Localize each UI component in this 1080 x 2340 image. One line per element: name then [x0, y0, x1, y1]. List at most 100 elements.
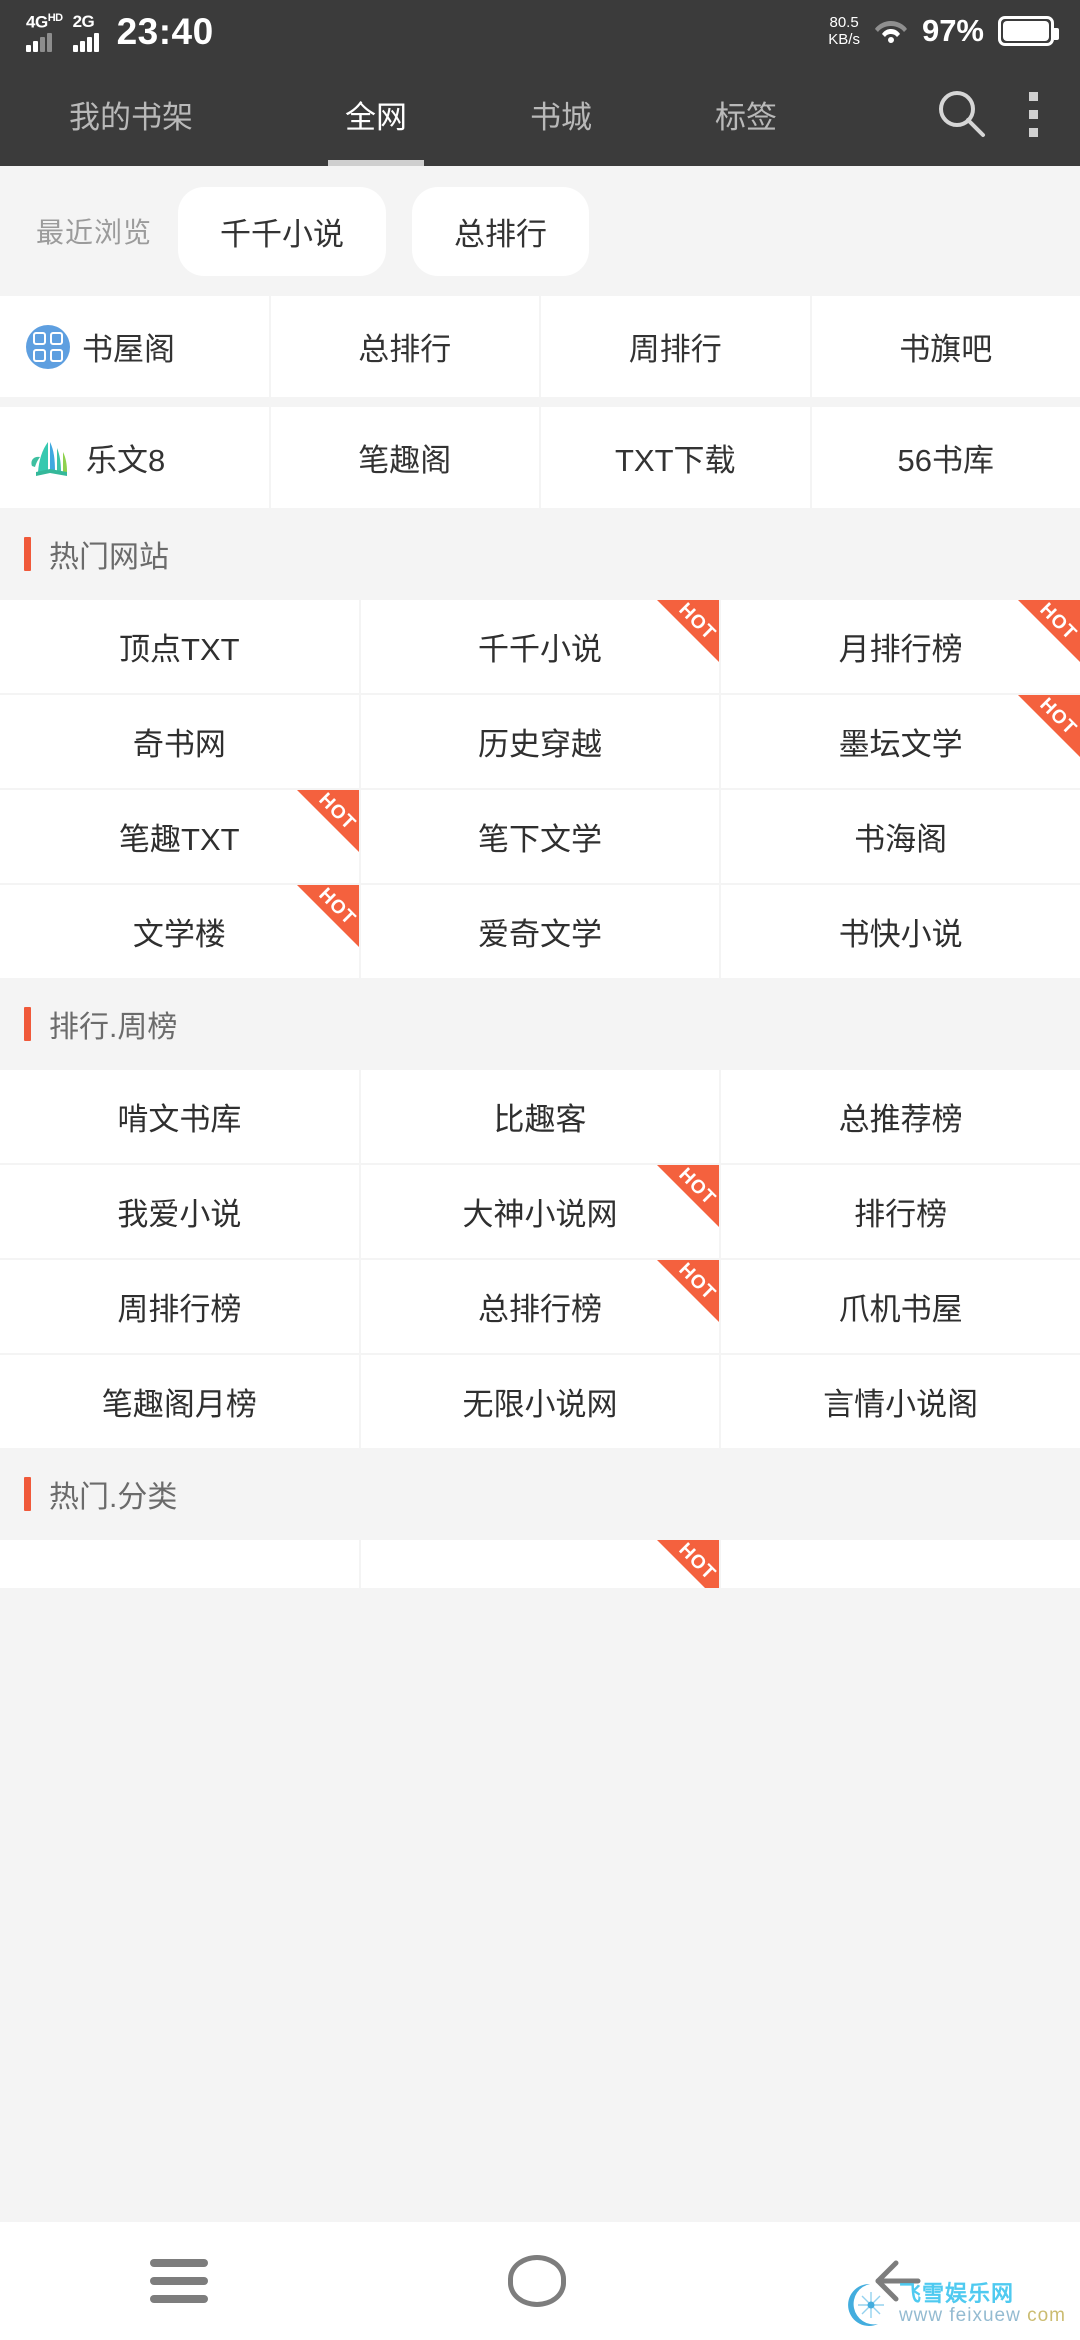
snowflake-moon-icon — [848, 2283, 884, 2326]
quick-item-label: 乐文8 — [86, 443, 166, 478]
site-tile[interactable]: 墨坛文学 HOT — [721, 695, 1080, 788]
hot-ribbon-icon — [657, 600, 720, 662]
site-tile-label: 排行榜 — [854, 1197, 948, 1232]
quick-access-grid-row-2: 乐文8 笔趣阁 TXT下载 56书库 — [0, 407, 1080, 508]
site-tile-label: 啃文书库 — [117, 1102, 242, 1137]
section-accent-bar — [24, 1477, 31, 1511]
site-tile[interactable]: 周排行榜 — [0, 1260, 359, 1353]
site-tile[interactable]: 书快小说 — [721, 885, 1080, 978]
watermark-url-prefix: www feixuew — [898, 2305, 1021, 2326]
battery-percent-label: 97% — [921, 13, 984, 48]
site-tile[interactable]: 文学楼 HOT — [0, 885, 359, 978]
recent-browsing-label: 最近浏览 — [36, 217, 153, 248]
site-tile[interactable]: 历史穿越 — [360, 695, 720, 788]
quick-item-lewen8[interactable]: 乐文8 — [0, 407, 269, 508]
signal-primary-hd-sup: HD — [47, 11, 63, 24]
menu-recents-icon[interactable] — [150, 2259, 208, 2303]
hot-ribbon-icon — [296, 790, 359, 852]
site-grid-hot-sites: 顶点TXT 千千小说 HOT 月排行榜 HOT 奇书网 历史穿越 墨坛文学 HOT 笔… — [0, 600, 1080, 978]
quick-item-shuwuge[interactable]: 书屋阁 — [0, 296, 269, 397]
site-tile-label: 总推荐榜 — [838, 1102, 963, 1137]
status-bar-right: 80.5 KB/s 97% — [828, 13, 1059, 49]
site-tile[interactable]: 月排行榜 HOT — [721, 600, 1080, 693]
site-tile-label: 文学楼 — [132, 917, 226, 952]
site-tile[interactable]: 言情小说阁 — [721, 1355, 1080, 1448]
tab-bookstore[interactable]: 书城 — [491, 62, 631, 166]
watermark-url: www feixuew com — [899, 2305, 1066, 2327]
site-tile-label: 奇书网 — [132, 727, 226, 762]
hot-ribbon-icon — [657, 1540, 720, 1588]
site-tile-label: 我爱小说 — [117, 1197, 242, 1232]
hot-ribbon-icon — [657, 1165, 720, 1227]
site-tile[interactable] — [0, 1540, 359, 1588]
site-tile[interactable]: 我爱小说 — [0, 1165, 359, 1258]
quick-item-total-rank[interactable]: 总排行 — [270, 296, 539, 397]
section-title: 排行.周榜 — [49, 1011, 178, 1044]
search-icon[interactable] — [935, 87, 989, 141]
site-tile-label: 顶点TXT — [119, 632, 240, 667]
quick-item-biquge[interactable]: 笔趣阁 — [270, 407, 539, 508]
site-tile[interactable]: 奇书网 — [0, 695, 359, 788]
site-tile[interactable]: 比趣客 — [360, 1070, 720, 1163]
site-tile[interactable]: 顶点TXT — [0, 600, 359, 693]
site-tile-label: 历史穿越 — [477, 727, 602, 762]
watermark-text: 飞雪娱乐网 www feixuew com — [899, 2283, 1066, 2327]
status-bar: 4GHD 2G 23:40 80.5 KB/s 97% — [0, 0, 1080, 62]
site-tile[interactable]: HOT — [360, 1540, 720, 1588]
tab-bar: 我的书架 全网 书城 标签 — [6, 62, 935, 166]
more-vertical-icon[interactable] — [1017, 86, 1050, 143]
site-tile[interactable]: 爱奇文学 — [360, 885, 720, 978]
site-tile[interactable]: 啃文书库 — [0, 1070, 359, 1163]
recent-item-total-rank[interactable]: 总排行 — [412, 186, 590, 276]
site-tile-label: 周排行榜 — [117, 1292, 242, 1327]
section-title: 热门.分类 — [49, 1481, 178, 1514]
site-tile-label: 比趣客 — [493, 1102, 587, 1137]
site-tile-label: 无限小说网 — [462, 1387, 618, 1422]
battery-icon — [998, 16, 1059, 46]
hot-ribbon-icon — [1017, 695, 1080, 757]
grid-app-icon — [26, 324, 70, 369]
tab-tags[interactable]: 标签 — [676, 62, 816, 166]
site-tile[interactable]: 爪机书屋 — [721, 1260, 1080, 1353]
tab-all-web[interactable]: 全网 — [306, 62, 446, 166]
site-tile[interactable]: 总推荐榜 — [721, 1070, 1080, 1163]
section-header-weekly-rank: 排行.周榜 — [0, 978, 1080, 1070]
site-tile[interactable]: 笔趣TXT HOT — [0, 790, 359, 883]
site-tile-label: 笔趣TXT — [119, 822, 240, 857]
quick-item-weekly-rank[interactable]: 周排行 — [541, 296, 810, 397]
site-tile[interactable]: 笔下文学 — [360, 790, 720, 883]
site-tile[interactable]: 排行榜 — [721, 1165, 1080, 1258]
recent-item-qianqian[interactable]: 千千小说 — [178, 186, 387, 276]
wifi-icon — [874, 18, 908, 44]
quick-item-56shuku[interactable]: 56书库 — [811, 407, 1080, 508]
status-bar-clock: 23:40 — [116, 11, 214, 53]
site-tile[interactable]: 总排行榜 HOT — [360, 1260, 720, 1353]
grid-divider — [0, 397, 1080, 407]
tab-my-bookshelf[interactable]: 我的书架 — [6, 62, 256, 166]
site-tile-label: 书快小说 — [838, 917, 963, 952]
quick-item-label: 书屋阁 — [82, 332, 175, 367]
quick-item-txt-download[interactable]: TXT下载 — [541, 407, 810, 508]
section-accent-bar — [24, 537, 31, 571]
site-tile[interactable]: 千千小说 HOT — [360, 600, 720, 693]
section-title: 热门网站 — [49, 541, 169, 574]
site-tile[interactable]: 书海阁 — [721, 790, 1080, 883]
site-tile[interactable] — [721, 1540, 1080, 1588]
open-book-icon — [26, 436, 74, 480]
section-accent-bar — [24, 1007, 31, 1041]
network-speed-indicator: 80.5 KB/s — [828, 14, 860, 48]
site-tile[interactable]: 笔趣阁月榜 — [0, 1355, 359, 1448]
quick-item-shuqiba[interactable]: 书旗吧 — [811, 296, 1080, 397]
site-tile-label: 笔下文学 — [477, 822, 602, 857]
app-bar: 我的书架 全网 书城 标签 — [0, 62, 1080, 166]
signal-secondary-label: 2G — [72, 12, 95, 32]
recent-browsing-row: 最近浏览 千千小说 总排行 — [0, 166, 1080, 296]
watermark-site-name: 飞雪娱乐网 — [898, 2281, 1014, 2306]
hot-ribbon-icon — [657, 1260, 720, 1322]
site-tile[interactable]: 大神小说网 HOT — [360, 1165, 720, 1258]
site-tile-label: 书海阁 — [854, 822, 948, 857]
signal-bars-primary-icon — [26, 32, 52, 53]
site-tile[interactable]: 无限小说网 — [360, 1355, 720, 1448]
home-circle-icon[interactable] — [508, 2255, 566, 2307]
section-header-hot-sites: 热门网站 — [0, 508, 1080, 600]
